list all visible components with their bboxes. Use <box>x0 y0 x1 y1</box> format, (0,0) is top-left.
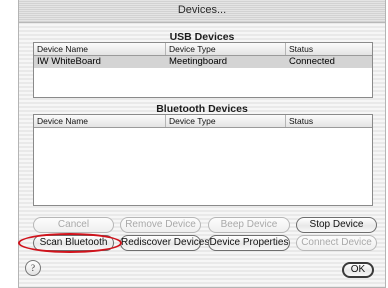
bluetooth-table-header: Device Name Device Type Status <box>34 115 372 128</box>
usb-col-device-name[interactable]: Device Name <box>34 43 166 55</box>
usb-row-device-type: Meetingboard <box>169 56 228 67</box>
title-bar[interactable]: Devices... <box>19 0 385 23</box>
usb-row-device-name: IW WhiteBoard <box>37 56 101 67</box>
help-button[interactable]: ? <box>25 260 41 276</box>
devices-window: Devices... USB Devices Device Name Devic… <box>18 0 386 288</box>
usb-row-status: Connected <box>289 56 335 67</box>
window-title: Devices... <box>177 4 227 16</box>
usb-col-status[interactable]: Status <box>286 43 372 55</box>
usb-col-device-type[interactable]: Device Type <box>166 43 286 55</box>
usb-devices-table[interactable]: Device Name Device Type Status IW WhiteB… <box>33 42 373 98</box>
device-properties-button[interactable]: Device Properties <box>208 235 290 251</box>
usb-table-header: Device Name Device Type Status <box>34 43 372 56</box>
cancel-button[interactable]: Cancel <box>33 217 114 233</box>
table-row[interactable]: IW WhiteBoard Meetingboard Connected <box>34 56 372 68</box>
beep-device-button[interactable]: Beep Device <box>208 217 290 233</box>
stop-device-button[interactable]: Stop Device <box>296 217 377 233</box>
bluetooth-devices-table[interactable]: Device Name Device Type Status <box>33 114 373 206</box>
help-icon: ? <box>31 263 35 273</box>
rediscover-devices-button[interactable]: Rediscover Devices <box>120 235 209 251</box>
ok-button[interactable]: OK <box>342 262 374 278</box>
bt-col-device-name[interactable]: Device Name <box>34 115 166 127</box>
remove-device-button[interactable]: Remove Device <box>120 217 201 233</box>
scan-bluetooth-button[interactable]: Scan Bluetooth <box>33 235 114 251</box>
bt-col-device-type[interactable]: Device Type <box>166 115 286 127</box>
bt-col-status[interactable]: Status <box>286 115 372 127</box>
connect-device-button[interactable]: Connect Device <box>296 235 377 251</box>
